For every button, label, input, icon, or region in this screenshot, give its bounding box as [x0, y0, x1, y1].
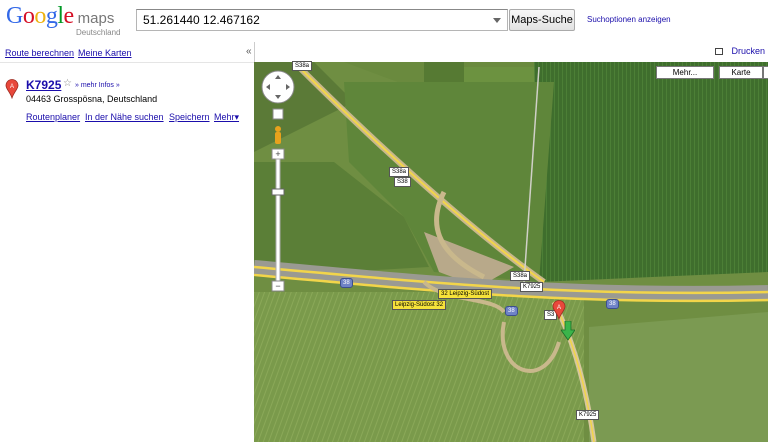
- zoom-slider-handle[interactable]: [271, 188, 285, 196]
- map-type-button[interactable]: Karte: [719, 66, 763, 79]
- search-options-link[interactable]: Suchoptionen anzeigen: [587, 15, 671, 24]
- reset-view-button[interactable]: [272, 108, 284, 120]
- nearby-search-link[interactable]: In der Nähe suchen: [85, 112, 164, 122]
- directions-link[interactable]: Routenplaner: [26, 112, 80, 122]
- search-input[interactable]: [143, 13, 483, 27]
- map-marker-a-icon[interactable]: A: [552, 300, 566, 320]
- save-link[interactable]: Speichern: [169, 112, 210, 122]
- satellite-imagery: [254, 42, 768, 442]
- print-icon[interactable]: [715, 48, 723, 55]
- satellite-type-button[interactable]: [763, 66, 768, 79]
- road-label-k7925: K7925: [520, 282, 544, 292]
- my-maps-link[interactable]: Meine Karten: [78, 48, 132, 58]
- road-label-s38a: S38a: [510, 271, 531, 281]
- collapse-panel-button[interactable]: «: [246, 46, 252, 57]
- exit-label: Leipzig-Südost 32: [392, 300, 447, 310]
- road-label-s38a: S38a: [292, 61, 313, 71]
- road-label-k7925: K7925: [576, 410, 600, 420]
- result-address: 04463 Grosspösna, Deutschland: [26, 94, 158, 104]
- dropdown-arrow-icon[interactable]: [493, 18, 501, 23]
- pegman-icon[interactable]: [275, 126, 281, 144]
- logo-maps: maps: [77, 10, 115, 27]
- road-label-s38a: S38a: [389, 167, 410, 177]
- zoom-controls[interactable]: + −: [260, 67, 300, 297]
- green-arrow-icon[interactable]: [561, 321, 575, 341]
- route-link[interactable]: Route berechnen: [5, 48, 74, 58]
- road-label-b38: 38: [505, 306, 518, 316]
- search-box[interactable]: [136, 9, 508, 31]
- map-marker-letter: A: [557, 305, 561, 311]
- search-button[interactable]: Maps-Suche: [509, 9, 575, 31]
- marker-letter: A: [10, 84, 14, 90]
- star-icon[interactable]: ☆: [63, 78, 72, 89]
- marker-a-icon[interactable]: A: [5, 79, 19, 99]
- panel-links: Route berechnen Meine Karten «: [0, 42, 254, 63]
- road-label-s38: S38: [394, 177, 411, 187]
- logo-country: Deutschland: [76, 28, 121, 37]
- exit-label: 32 Leipzig-Südost: [438, 289, 493, 299]
- result-title[interactable]: K7925: [26, 78, 61, 92]
- print-link[interactable]: Drucken: [731, 46, 765, 56]
- road-label-b38: 38: [606, 299, 619, 309]
- map-canvas[interactable]: Drucken Mehr... Karte + − S38a S38a S38 …: [254, 42, 768, 442]
- more-info-link[interactable]: » mehr Infos »: [75, 82, 120, 89]
- logo-google: Google: [6, 3, 74, 29]
- road-label-b38: 38: [340, 278, 353, 288]
- more-layers-button[interactable]: Mehr...: [656, 66, 714, 79]
- google-maps-logo[interactable]: Google maps Deutschland: [6, 4, 126, 40]
- more-actions-link[interactable]: Mehr▾: [214, 112, 239, 123]
- map-toolbar: Drucken: [254, 42, 768, 62]
- zoom-slider-track[interactable]: [275, 158, 281, 282]
- zoom-in-icon: +: [275, 149, 280, 159]
- left-panel: Route berechnen Meine Karten « A K7925 ☆…: [0, 42, 254, 442]
- header: Googlemaps Deutschland Maps-Suche Suchop…: [0, 0, 768, 42]
- zoom-out-icon: −: [275, 281, 280, 291]
